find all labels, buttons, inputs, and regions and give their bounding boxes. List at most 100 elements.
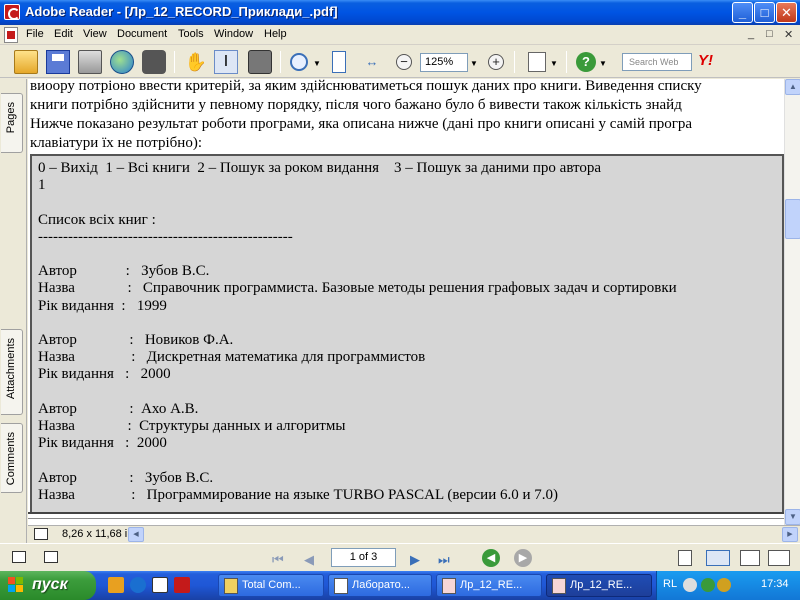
help-dropdown-icon[interactable]: ▼ (599, 59, 607, 68)
output-line: Назва : Дискретная математика для програ… (38, 349, 426, 366)
menu-tools[interactable]: Tools (178, 28, 204, 40)
continuous-page-icon[interactable] (706, 550, 730, 566)
minimize-button[interactable]: _ (732, 2, 753, 23)
quicklaunch-app-icon[interactable] (108, 577, 124, 593)
tab-attachments[interactable]: Attachments (1, 329, 23, 415)
start-button[interactable]: пуск (0, 571, 96, 600)
quicklaunch-reader-icon[interactable] (174, 577, 190, 593)
intro-paragraph: виоору потріоно ввести критерій, за яким… (30, 79, 784, 153)
search-web-input[interactable]: Search Web (622, 53, 692, 71)
word-document-icon (334, 578, 348, 594)
tray-app-icon[interactable] (717, 578, 731, 592)
snapshot-tool-icon[interactable] (248, 50, 272, 74)
document-icon[interactable] (4, 27, 18, 43)
quicklaunch-browser-icon[interactable] (130, 577, 146, 593)
menu-file[interactable]: File (26, 28, 44, 40)
taskbar-item-pdf-1[interactable]: Лр_12_RE... (436, 574, 542, 597)
pdf-icon (552, 578, 566, 594)
system-tray: RL 17:34 (656, 571, 800, 600)
zoom-tool-icon[interactable] (290, 53, 308, 71)
last-page-icon[interactable]: ⏭ (438, 552, 450, 568)
document-viewport[interactable]: виоору потріоно ввести критерій, за яким… (28, 79, 784, 525)
windows-logo-icon (8, 577, 25, 594)
language-indicator[interactable]: RL (663, 578, 677, 590)
print-icon[interactable] (78, 50, 102, 74)
output-line: Автор : Зубов В.С. (38, 469, 214, 486)
menu-window[interactable]: Window (214, 28, 253, 40)
taskbar-item-pdf-2[interactable]: Лр_12_RE... (546, 574, 652, 597)
fit-width-icon[interactable]: ↔ (360, 50, 384, 74)
output-line: Назва : Справочник программиста. Базовые… (38, 280, 677, 297)
zoom-out-button[interactable]: − (396, 54, 412, 70)
status-page-icon[interactable] (44, 551, 58, 563)
doc-close-button[interactable]: ✕ (784, 28, 793, 41)
paragraph-line: клавіатури їх не потрібно): (30, 135, 202, 151)
facing-page-icon[interactable] (740, 550, 760, 566)
menu-help[interactable]: Help (264, 28, 287, 40)
toolbar: ✋ I ▼ ↔ − 125% ▼ + ▼ ? ▼ Search Web Y! (0, 46, 800, 78)
tray-network-icon[interactable] (701, 578, 715, 592)
open-icon[interactable] (14, 50, 38, 74)
menu-edit[interactable]: Edit (54, 28, 73, 40)
zoom-tool-dropdown-icon[interactable]: ▼ (313, 59, 321, 68)
menu-document[interactable]: Document (117, 28, 167, 40)
save-icon[interactable] (46, 50, 70, 74)
previous-page-icon[interactable]: ◀ (304, 552, 314, 568)
navigation-panel: Pages Attachments Comments (0, 79, 27, 543)
tray-chevron-icon[interactable] (683, 578, 697, 592)
continuous-facing-icon[interactable] (768, 550, 790, 566)
document-page: виоору потріоно ввести критерій, за яким… (28, 79, 784, 525)
output-line: Автор : Ахо А.В. (38, 400, 199, 417)
paragraph-line: виоору потріоно ввести критерій, за яким… (30, 79, 702, 94)
navigation-pane-icon[interactable] (12, 551, 26, 563)
email-icon[interactable] (110, 50, 134, 74)
doc-restore-button[interactable]: □ (766, 28, 773, 40)
window-title: Adobe Reader - [Лр_12_RECORD_Приклади_.p… (25, 4, 338, 19)
select-tool-icon[interactable]: I (214, 50, 238, 74)
scroll-left-button[interactable]: ◀ (128, 527, 144, 542)
tab-comments[interactable]: Comments (1, 423, 23, 493)
scroll-up-button[interactable]: ▲ (785, 79, 800, 95)
tab-pages[interactable]: Pages (1, 93, 23, 153)
scroll-thumb[interactable] (785, 199, 800, 239)
hand-tool-icon[interactable]: ✋ (184, 50, 208, 74)
doc-minimize-button[interactable]: _ (748, 28, 754, 40)
vertical-scrollbar[interactable]: ▲ ▼ (784, 79, 800, 525)
page-size-icon (34, 528, 48, 540)
output-line: 0 – Вихід 1 – Всі книги 2 – Пошук за рок… (38, 160, 602, 176)
menu-view[interactable]: View (83, 28, 107, 40)
toolbar-separator (280, 51, 281, 73)
next-view-icon[interactable]: ▶ (514, 549, 532, 567)
output-line: Рік видання : 1999 (38, 297, 167, 314)
yahoo-logo-icon[interactable]: Y! (698, 52, 713, 69)
scroll-right-button[interactable]: ▶ (782, 527, 798, 542)
search-binoculars-icon[interactable] (142, 50, 166, 74)
first-page-icon[interactable]: ⏮ (272, 552, 284, 568)
close-button[interactable]: ✕ (776, 2, 797, 23)
quicklaunch-doc-icon[interactable] (152, 577, 168, 593)
taskbar-item-word[interactable]: Лаборато... (328, 574, 432, 597)
task-label: Лр_12_RE... (460, 579, 523, 591)
output-line: Список всіх книг : (38, 211, 156, 228)
horizontal-scrollbar[interactable]: 8,26 x 11,68 in ◀ ▶ (28, 525, 800, 543)
task-label: Лаборато... (352, 579, 410, 591)
previous-view-icon[interactable]: ◀ (482, 549, 500, 567)
help-icon[interactable]: ? (576, 52, 596, 72)
maximize-button[interactable]: □ (754, 2, 775, 23)
zoom-in-button[interactable]: + (488, 54, 504, 70)
page-layout-icon[interactable] (528, 52, 546, 72)
page-number-input[interactable]: 1 of 3 (331, 548, 396, 567)
actual-size-icon[interactable] (332, 51, 346, 73)
page-layout-dropdown-icon[interactable]: ▼ (550, 59, 558, 68)
status-bar: ⏮ ◀ 1 of 3 ▶ ⏭ ◀ ▶ (0, 543, 800, 571)
zoom-level-dropdown-icon[interactable]: ▼ (470, 59, 478, 68)
single-page-icon[interactable] (678, 550, 692, 566)
windows-taskbar: пуск Total Com... Лаборато... Лр_12_RE..… (0, 571, 800, 600)
taskbar-item-total-commander[interactable]: Total Com... (218, 574, 324, 597)
output-line: ----------------------------------------… (38, 228, 293, 245)
scroll-down-button[interactable]: ▼ (785, 509, 800, 525)
next-page-icon[interactable]: ▶ (410, 552, 420, 568)
clock[interactable]: 17:34 (761, 578, 789, 590)
title-bar[interactable]: Adobe Reader - [Лр_12_RECORD_Приклади_.p… (0, 0, 800, 25)
zoom-level-input[interactable]: 125% (420, 53, 468, 72)
